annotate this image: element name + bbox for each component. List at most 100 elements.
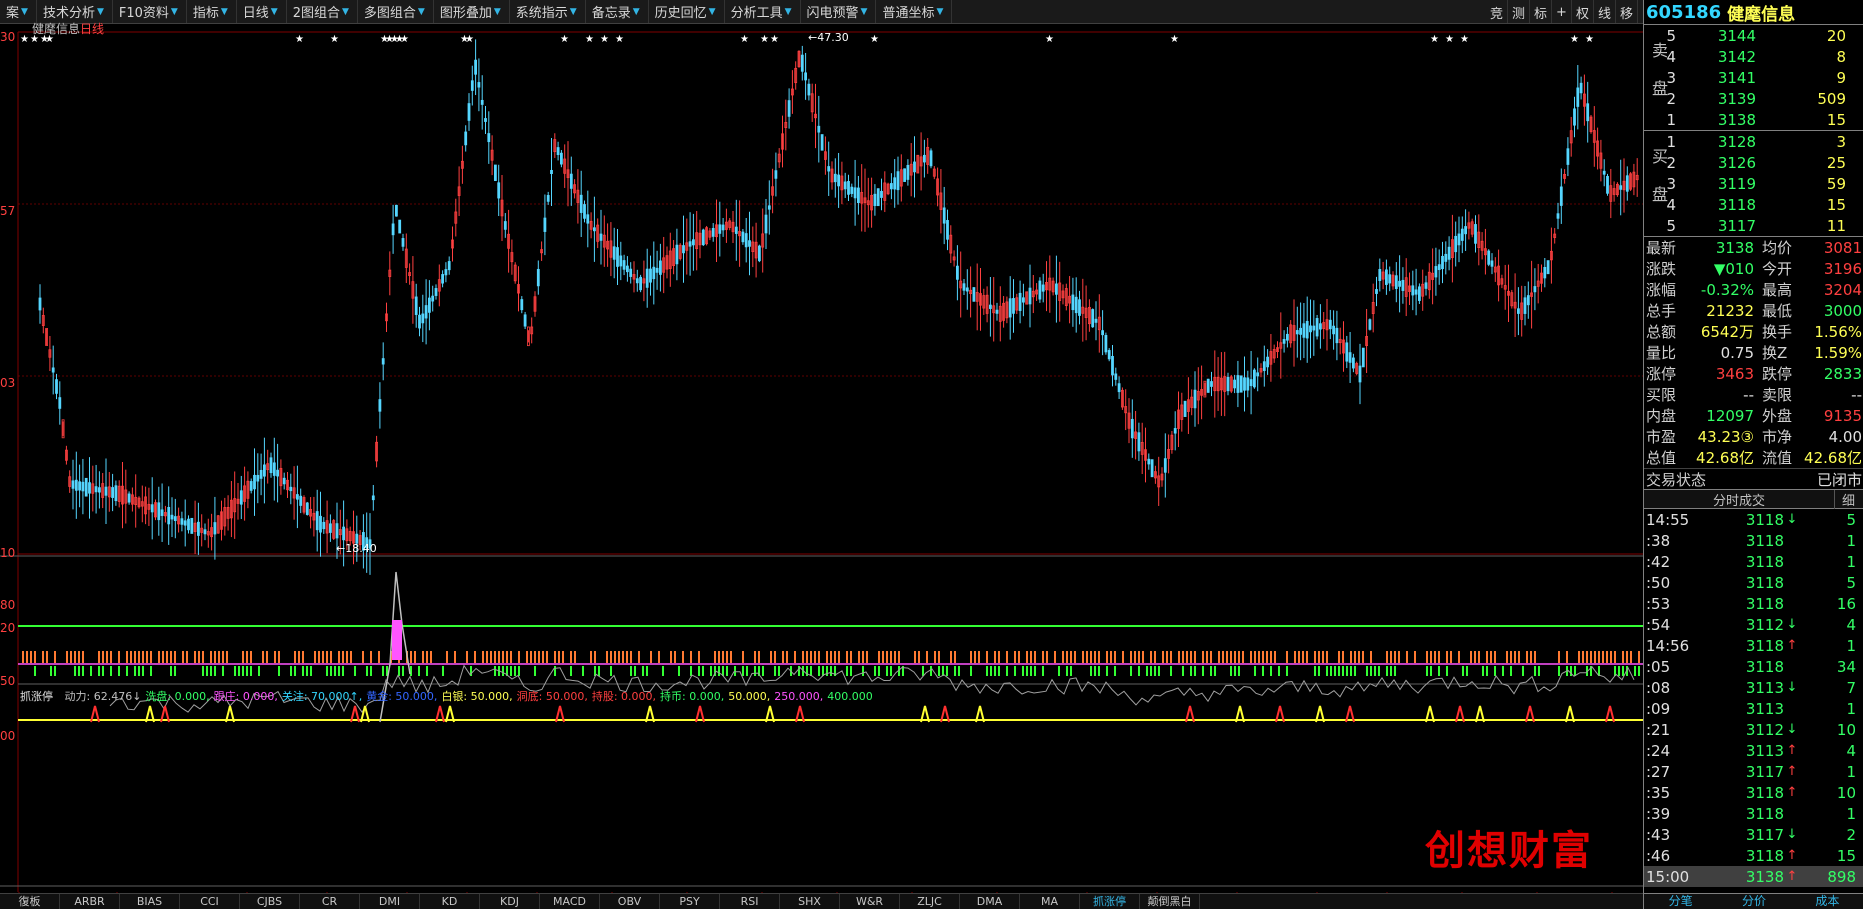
indicator-tab-17[interactable]: MA: [1020, 894, 1080, 909]
indicator-tab-0[interactable]: 復板: [0, 894, 60, 909]
kline-chart-svg[interactable]: ★ ★ ★★ ★ ★ ★★★★★ ★★ ★ ★ ★ ★ ★ ★ ★ ★ ★ ★ ★ ★ ★ ★ ★←47.30←18.40…: [0, 24, 1643, 893]
toolbar-item-4[interactable]: 日线 ▼: [237, 0, 287, 23]
dropdown-arrow-icon[interactable]: ▼: [418, 7, 425, 17]
stock-code[interactable]: 605186: [1646, 2, 1721, 23]
candle-body: [1625, 175, 1629, 192]
indicator-tab-10[interactable]: OBV: [600, 894, 660, 909]
toolbar-item-label: 2图组合: [292, 6, 340, 21]
indicator-tab-6[interactable]: DMI: [360, 894, 420, 909]
indicator-tab-16[interactable]: DMA: [960, 894, 1020, 909]
right-tab-1[interactable]: 分价: [1717, 894, 1790, 909]
toolbar-right-item-6[interactable]: 移: [1616, 0, 1638, 23]
toolbar-right-item-3[interactable]: +: [1552, 0, 1572, 23]
dropdown-arrow-icon[interactable]: ▼: [221, 7, 228, 17]
indicator-tab-19[interactable]: 颠倒黑白: [1140, 894, 1200, 909]
toolbar-item-9[interactable]: 备忘录 ▼: [586, 0, 649, 23]
indicator-bar-orange: [786, 651, 788, 663]
sell-level-row[interactable]: 4 3142 8: [1644, 46, 1863, 67]
indicator-bar-green: [1634, 666, 1636, 676]
indicator-spike-bar: [392, 620, 402, 660]
toolbar-item-12[interactable]: 闪电预警 ▼: [801, 0, 877, 23]
indicator-bar-green: [1254, 666, 1256, 676]
toolbar-item-6[interactable]: 多图组合 ▼: [358, 0, 434, 23]
toolbar-item-8[interactable]: 系统指示 ▼: [510, 0, 586, 23]
right-tab-0[interactable]: 分笔: [1644, 894, 1717, 909]
tick-price: 3113: [1745, 741, 1784, 760]
sell-level-row[interactable]: 3 3141 9: [1644, 67, 1863, 88]
indicator-bar-orange: [1394, 651, 1396, 663]
tick-arrow-icon: ↓: [1786, 827, 1798, 842]
ticks-detail-button[interactable]: 细: [1834, 489, 1862, 509]
candle-body: [1253, 369, 1256, 388]
candle-body: [741, 231, 745, 243]
toolbar-right-item-0[interactable]: 竞: [1486, 0, 1509, 23]
toolbar-right-item-1[interactable]: 测: [1508, 0, 1531, 23]
sell-level-row[interactable]: 2 3139 509: [1644, 88, 1863, 109]
indicator-tab-12[interactable]: RSI: [720, 894, 780, 909]
indicator-bar-green: [1378, 666, 1380, 676]
sell-label-1: 卖: [1652, 41, 1669, 60]
toolbar-item-3[interactable]: 指标 ▼: [187, 0, 237, 23]
toolbar-item-13[interactable]: 普通坐标 ▼: [876, 0, 953, 23]
candle-body: [550, 169, 553, 175]
dropdown-arrow-icon[interactable]: ▼: [936, 7, 943, 17]
indicator-tab-1[interactable]: ARBR: [60, 894, 120, 909]
dropdown-arrow-icon[interactable]: ▼: [709, 7, 716, 17]
sell-level-row[interactable]: 1 3138 15: [1644, 109, 1863, 130]
ticks-list[interactable]: 14:55 3118 ↓ 5:38 3118 1:42 3118 1:50 3118 5:53 31…: [1644, 509, 1863, 887]
toolbar-item-2[interactable]: F10资料 ▼: [113, 0, 187, 23]
toolbar-right-item-4[interactable]: 权: [1572, 0, 1594, 23]
indicator-tab-7[interactable]: KD: [420, 894, 480, 909]
indicator-tab-15[interactable]: ZLJC: [900, 894, 960, 909]
indicator-tab-3[interactable]: CCI: [180, 894, 240, 909]
marker-star-icon: ★: [600, 34, 609, 45]
indicator-bar-green: [102, 666, 104, 676]
indicator-tab-18[interactable]: 抓涨停: [1080, 894, 1140, 909]
indicator-tab-11[interactable]: PSY: [660, 894, 720, 909]
toolbar-item-10[interactable]: 历史回忆 ▼: [649, 0, 725, 23]
indicator-bar-green: [354, 666, 356, 676]
dropdown-arrow-icon[interactable]: ▼: [97, 7, 104, 17]
indicator-bar-green: [302, 666, 304, 676]
sell-price: 3144: [1717, 26, 1756, 45]
toolbar-item-5[interactable]: 2图组合 ▼: [287, 0, 358, 23]
dropdown-arrow-icon[interactable]: ▼: [271, 7, 278, 17]
indicator-tab-14[interactable]: W&R: [840, 894, 900, 909]
indicator-bar-orange: [1526, 651, 1528, 663]
right-tab-2[interactable]: 成本: [1791, 894, 1863, 909]
dropdown-arrow-icon[interactable]: ▼: [785, 7, 792, 17]
indicator-tab-9[interactable]: MACD: [540, 894, 600, 909]
indicator-bar-orange: [1414, 651, 1416, 663]
toolbar-right-item-5[interactable]: 线: [1594, 0, 1616, 23]
dropdown-arrow-icon[interactable]: ▼: [342, 7, 349, 17]
buy-level-row[interactable]: 5 3117 11: [1644, 215, 1863, 236]
indicator-bar-orange: [138, 651, 140, 663]
sell-level-row[interactable]: 5 3144 20: [1644, 25, 1863, 46]
indicator-tab-13[interactable]: SHX: [780, 894, 840, 909]
quote-value: 42.68亿: [1804, 449, 1862, 467]
dropdown-arrow-icon[interactable]: ▼: [494, 7, 501, 17]
toolbar-right-item-2[interactable]: 标: [1530, 0, 1553, 23]
buy-level-row[interactable]: 4 3118 15: [1644, 194, 1863, 215]
kline-chart-area[interactable]: ★ ★ ★ ★ ★ ★ ★ ★ ★ ★ ★ ★ ★ ★ ★ ★ ★ ★ ★ ★ ★ ★ ★ ★ ★ ★ ★ ★ ←47.30 ←18.40…: [0, 22, 1643, 893]
indicator-tab-4[interactable]: CJBS: [240, 894, 300, 909]
buy-level-row[interactable]: 3 3119 59: [1644, 173, 1863, 194]
indicator-tab-5[interactable]: CR: [300, 894, 360, 909]
dropdown-arrow-icon[interactable]: ▼: [171, 7, 178, 17]
toolbar-item-11[interactable]: 分析工具 ▼: [725, 0, 801, 23]
buy-level-row[interactable]: 1 3128 3: [1644, 131, 1863, 152]
dropdown-arrow-icon[interactable]: ▼: [570, 7, 577, 17]
toolbar-item-7[interactable]: 图形叠加 ▼: [434, 0, 510, 23]
dropdown-arrow-icon[interactable]: ▼: [861, 7, 868, 17]
dropdown-arrow-icon[interactable]: ▼: [633, 7, 640, 17]
indicator-name[interactable]: 抓涨停: [20, 690, 53, 703]
indicator-bar-orange: [1626, 651, 1628, 663]
buy-level-row[interactable]: 2 3126 25: [1644, 152, 1863, 173]
indicator-tab-8[interactable]: KDJ: [480, 894, 540, 909]
tick-price: 3118: [1745, 657, 1784, 676]
dropdown-arrow-icon[interactable]: ▼: [21, 7, 28, 17]
candle-body: [1114, 373, 1118, 380]
indicator-bar-orange: [202, 651, 204, 663]
indicator-tab-2[interactable]: BIAS: [120, 894, 180, 909]
indicator-bar-orange: [630, 651, 632, 663]
